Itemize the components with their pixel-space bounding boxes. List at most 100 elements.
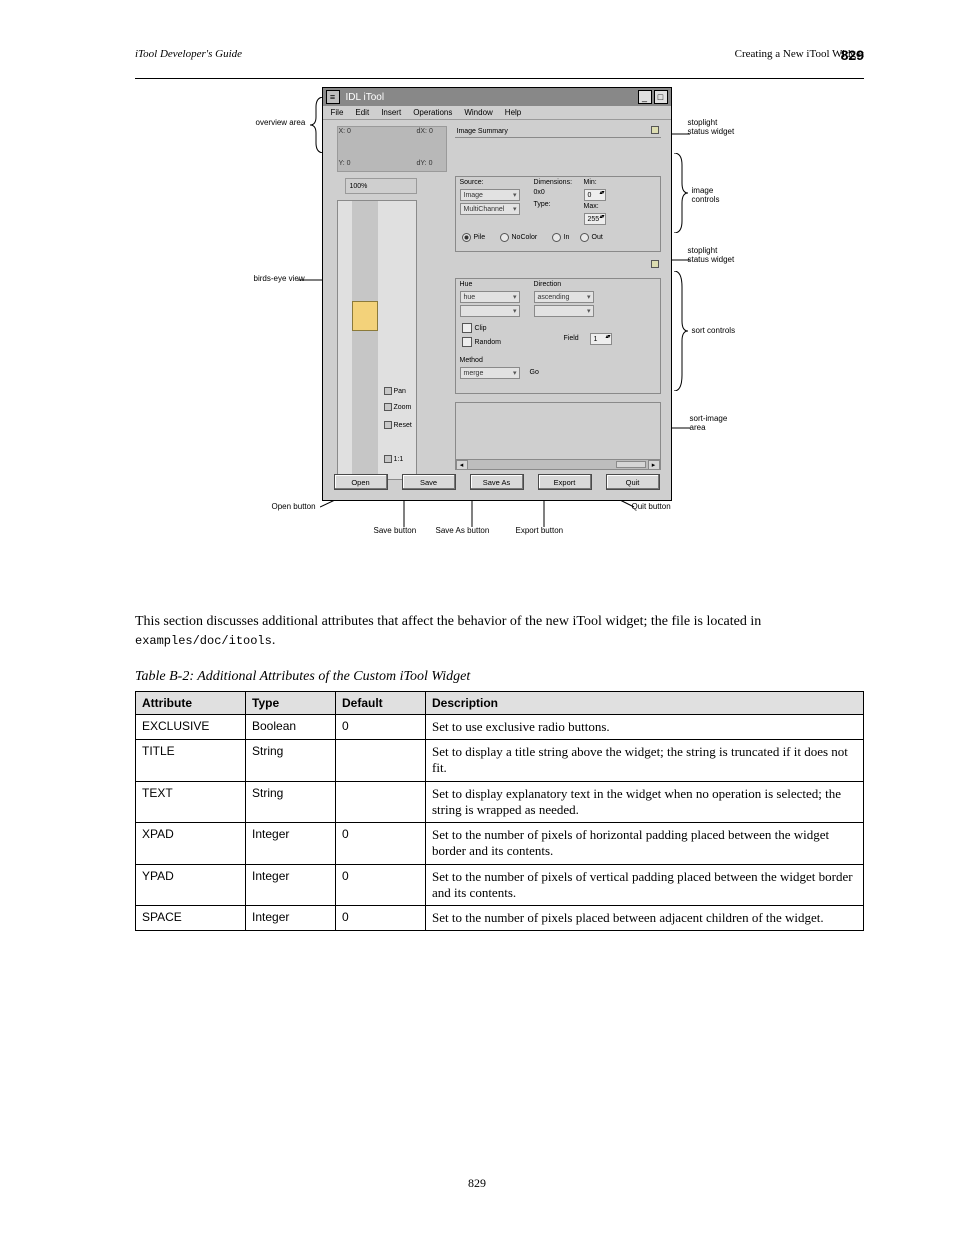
image-source-label: Source: [460,179,484,186]
save-button[interactable]: Save [402,474,456,490]
minimize-button[interactable]: _ [638,90,652,104]
zoom-field[interactable]: 100% [345,178,417,194]
cell-type: Integer [246,906,336,931]
callout-save: Save button [374,527,417,536]
menu-operations[interactable]: Operations [413,108,452,117]
cell-description: Set to display a title string above the … [426,740,864,782]
radio-pile[interactable]: Pile [462,233,486,242]
maximize-button[interactable]: □ [654,90,668,104]
overview-y: Y: 0 [339,160,351,167]
saveas-button[interactable]: Save As [470,474,524,490]
callout-stoplight2: stoplight status widget [688,247,740,265]
quit-button[interactable]: Quit [606,474,660,490]
cell-type: String [246,781,336,823]
menu-file[interactable]: File [331,108,344,117]
callout-quit: Quit button [632,503,671,512]
table-row: SPACEInteger0Set to the number of pixels… [136,906,864,931]
cell-default: 0 [336,714,426,739]
sort-direction-label: Direction [534,281,562,288]
col-description: Description [426,691,864,714]
cell-description: Set to the number of pixels of vertical … [426,864,864,906]
menu-insert[interactable]: Insert [381,108,401,117]
cell-attribute: YPAD [136,864,246,906]
cell-type: String [246,740,336,782]
header-left: iTool Developer's Guide [135,48,242,60]
radio-out[interactable]: Out [580,233,603,242]
cell-type: Boolean [246,714,336,739]
cell-description: Set to the number of pixels placed betwe… [426,906,864,931]
callout-open: Open button [272,503,316,512]
radio-nocolor[interactable]: NoColor [500,233,538,242]
cell-description: Set to display explanatory text in the w… [426,781,864,823]
image-dims-value: 0x0 [534,189,545,196]
nav-1to1[interactable]: 1:1 [384,455,406,463]
sort-hue-dropdown-2[interactable] [460,305,520,317]
nav-zoom[interactable]: Zoom [384,403,406,411]
col-type: Type [246,691,336,714]
nav-reset[interactable]: Reset [384,421,406,429]
callout-sort-panel: sort controls [692,327,736,336]
window-title: IDL iTool [340,92,638,103]
table-row: YPADInteger0Set to the number of pixels … [136,864,864,906]
field-stepper[interactable]: 1 [590,333,612,345]
table-row: EXCLUSIVEBoolean0Set to use exclusive ra… [136,714,864,739]
callout-image-panel: image controls [692,187,740,205]
method-label: Method [460,357,483,364]
cell-attribute: EXCLUSIVE [136,714,246,739]
menu-edit[interactable]: Edit [355,108,369,117]
system-menu-icon[interactable]: ≡ [326,90,340,104]
right-section-title: Image Summary [455,128,661,138]
cell-type: Integer [246,823,336,865]
attributes-table: Attribute Type Default Description EXCLU… [135,691,864,932]
itool-window: ≡ IDL iTool _ □ File Edit Insert Operati… [322,87,672,501]
sort-direction-dropdown[interactable]: ascending [534,291,594,303]
max-stepper[interactable]: 255 [584,213,606,225]
table-row: TEXTStringSet to display explanatory tex… [136,781,864,823]
body-paragraph: This section discusses additional attrib… [135,613,864,651]
export-button[interactable]: Export [538,474,592,490]
sort-direction-dropdown-2[interactable] [534,305,594,317]
cell-default [336,781,426,823]
menu-help[interactable]: Help [505,108,521,117]
min-stepper[interactable]: 0 [584,189,606,201]
table-row: XPADInteger0Set to the number of pixels … [136,823,864,865]
radio-in[interactable]: In [552,233,570,242]
image-view-dropdown[interactable]: MultiChannel [460,203,520,215]
method-dropdown[interactable]: merge [460,367,520,379]
menu-window[interactable]: Window [464,108,492,117]
titlebar[interactable]: ≡ IDL iTool _ □ [323,88,671,106]
button-row: Open Save Save As Export Quit [323,474,671,496]
field-label: Field [564,335,579,342]
cell-default: 0 [336,864,426,906]
image-controls-panel: Source: Image MultiChannel Dimensions: 0… [455,176,661,252]
image-source-dropdown[interactable]: Image [460,189,520,201]
cell-default: 0 [336,823,426,865]
sort-controls-panel: Hue hue Direction ascending Clip Random … [455,278,661,394]
zoom-value: 100% [350,183,368,190]
col-default: Default [336,691,426,714]
chk-clip[interactable]: Clip [462,323,487,333]
nav-pan[interactable]: Pan [384,387,406,395]
table-row: TITLEString Set to display a title string… [136,740,864,782]
callout-stoplight1: stoplight status widget [688,119,740,137]
table-caption: Table B-2: Additional Attributes of the … [135,669,864,685]
cell-description: Set to the number of pixels of horizonta… [426,823,864,865]
cell-attribute: TITLE [136,740,246,782]
brace-image-panel [672,153,688,233]
stoplight-status-1 [651,126,659,134]
horizontal-scrollbar[interactable] [456,459,660,469]
menu-bar[interactable]: File Edit Insert Operations Window Help [323,106,671,120]
chk-random[interactable]: Random [462,337,501,347]
callout-sort-image: sort-image area [690,415,740,433]
cell-attribute: SPACE [136,906,246,931]
callout-saveas: Save As button [436,527,490,536]
overview-x: X: 0 [339,128,351,135]
page-footer: 829 [0,1176,954,1191]
birdseye-view[interactable]: Pan Zoom Reset 1:1 [337,200,417,480]
cell-attribute: XPAD [136,823,246,865]
open-button[interactable]: Open [334,474,388,490]
sort-hue-dropdown[interactable]: hue [460,291,520,303]
max-label: Max: [584,203,599,210]
col-attribute: Attribute [136,691,246,714]
go-button[interactable]: Go [530,369,539,376]
